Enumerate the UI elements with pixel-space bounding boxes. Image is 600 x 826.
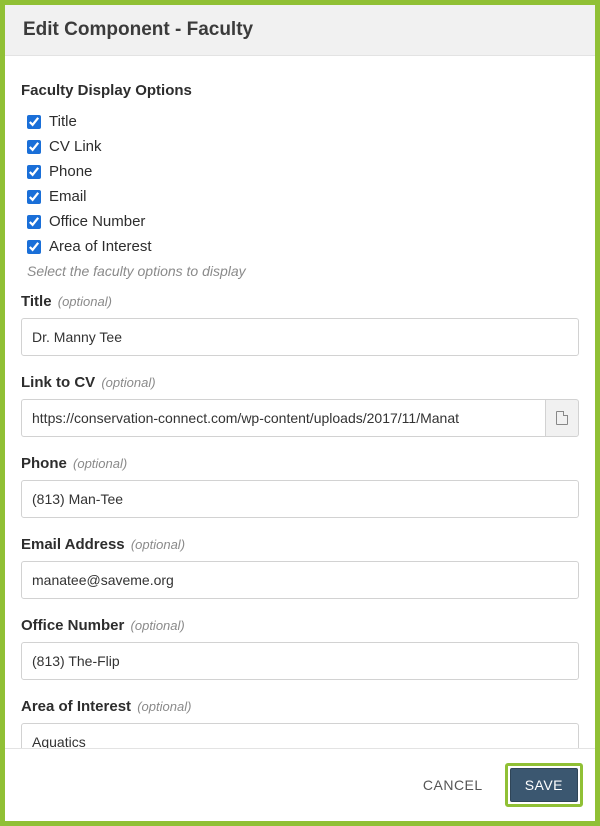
document-icon [556, 411, 568, 425]
optional-tag: (optional) [131, 537, 185, 552]
optional-tag: (optional) [58, 294, 112, 309]
option-label: Area of Interest [49, 238, 152, 255]
label-phone: Phone (optional) [21, 455, 579, 472]
label-text: Phone [21, 455, 67, 472]
label-email: Email Address (optional) [21, 536, 579, 553]
checkbox-cv-link[interactable] [27, 140, 41, 154]
save-button[interactable]: SAVE [510, 768, 578, 802]
dialog-footer: CANCEL SAVE [5, 748, 595, 821]
field-group-cv: Link to CV (optional) [21, 374, 579, 437]
cv-input-row [21, 399, 579, 437]
option-label: Email [49, 188, 87, 205]
option-title[interactable]: Title [27, 113, 579, 130]
optional-tag: (optional) [131, 618, 185, 633]
checkbox-phone[interactable] [27, 165, 41, 179]
option-label: Title [49, 113, 77, 130]
label-text: Office Number [21, 617, 124, 634]
label-text: Link to CV [21, 374, 95, 391]
input-cv[interactable] [21, 399, 545, 437]
checkbox-office-number[interactable] [27, 215, 41, 229]
option-cv-link[interactable]: CV Link [27, 138, 579, 155]
field-group-phone: Phone (optional) [21, 455, 579, 518]
label-aoi: Area of Interest (optional) [21, 698, 579, 715]
field-group-aoi: Area of Interest (optional) [21, 698, 579, 748]
option-label: Office Number [49, 213, 145, 230]
dialog-title: Edit Component - Faculty [23, 19, 577, 41]
option-label: Phone [49, 163, 92, 180]
field-group-title: Title (optional) [21, 293, 579, 356]
cancel-button[interactable]: CANCEL [419, 771, 487, 799]
options-hint: Select the faculty options to display [27, 263, 579, 279]
checkbox-area-of-interest[interactable] [27, 240, 41, 254]
input-aoi[interactable] [21, 723, 579, 748]
label-text: Title [21, 293, 52, 310]
option-label: CV Link [49, 138, 102, 155]
optional-tag: (optional) [101, 375, 155, 390]
option-phone[interactable]: Phone [27, 163, 579, 180]
dialog-header: Edit Component - Faculty [5, 5, 595, 56]
checkbox-email[interactable] [27, 190, 41, 204]
display-options-list: Title CV Link Phone Email Office Number [21, 113, 579, 255]
optional-tag: (optional) [73, 456, 127, 471]
label-text: Email Address [21, 536, 125, 553]
field-group-office: Office Number (optional) [21, 617, 579, 680]
cv-picker-button[interactable] [545, 399, 579, 437]
save-button-highlight: SAVE [505, 763, 583, 807]
section-heading: Faculty Display Options [21, 82, 579, 99]
option-email[interactable]: Email [27, 188, 579, 205]
input-office[interactable] [21, 642, 579, 680]
label-text: Area of Interest [21, 698, 131, 715]
dialog-frame: Edit Component - Faculty Faculty Display… [0, 0, 600, 826]
checkbox-title[interactable] [27, 115, 41, 129]
input-title[interactable] [21, 318, 579, 356]
scroll-area[interactable]: Faculty Display Options Title CV Link Ph… [13, 64, 587, 748]
label-cv: Link to CV (optional) [21, 374, 579, 391]
option-area-of-interest[interactable]: Area of Interest [27, 238, 579, 255]
input-email[interactable] [21, 561, 579, 599]
option-office-number[interactable]: Office Number [27, 213, 579, 230]
dialog-body: Faculty Display Options Title CV Link Ph… [5, 56, 595, 748]
optional-tag: (optional) [137, 699, 191, 714]
input-phone[interactable] [21, 480, 579, 518]
scrollbar[interactable] [588, 64, 593, 748]
field-group-email: Email Address (optional) [21, 536, 579, 599]
label-title: Title (optional) [21, 293, 579, 310]
label-office: Office Number (optional) [21, 617, 579, 634]
